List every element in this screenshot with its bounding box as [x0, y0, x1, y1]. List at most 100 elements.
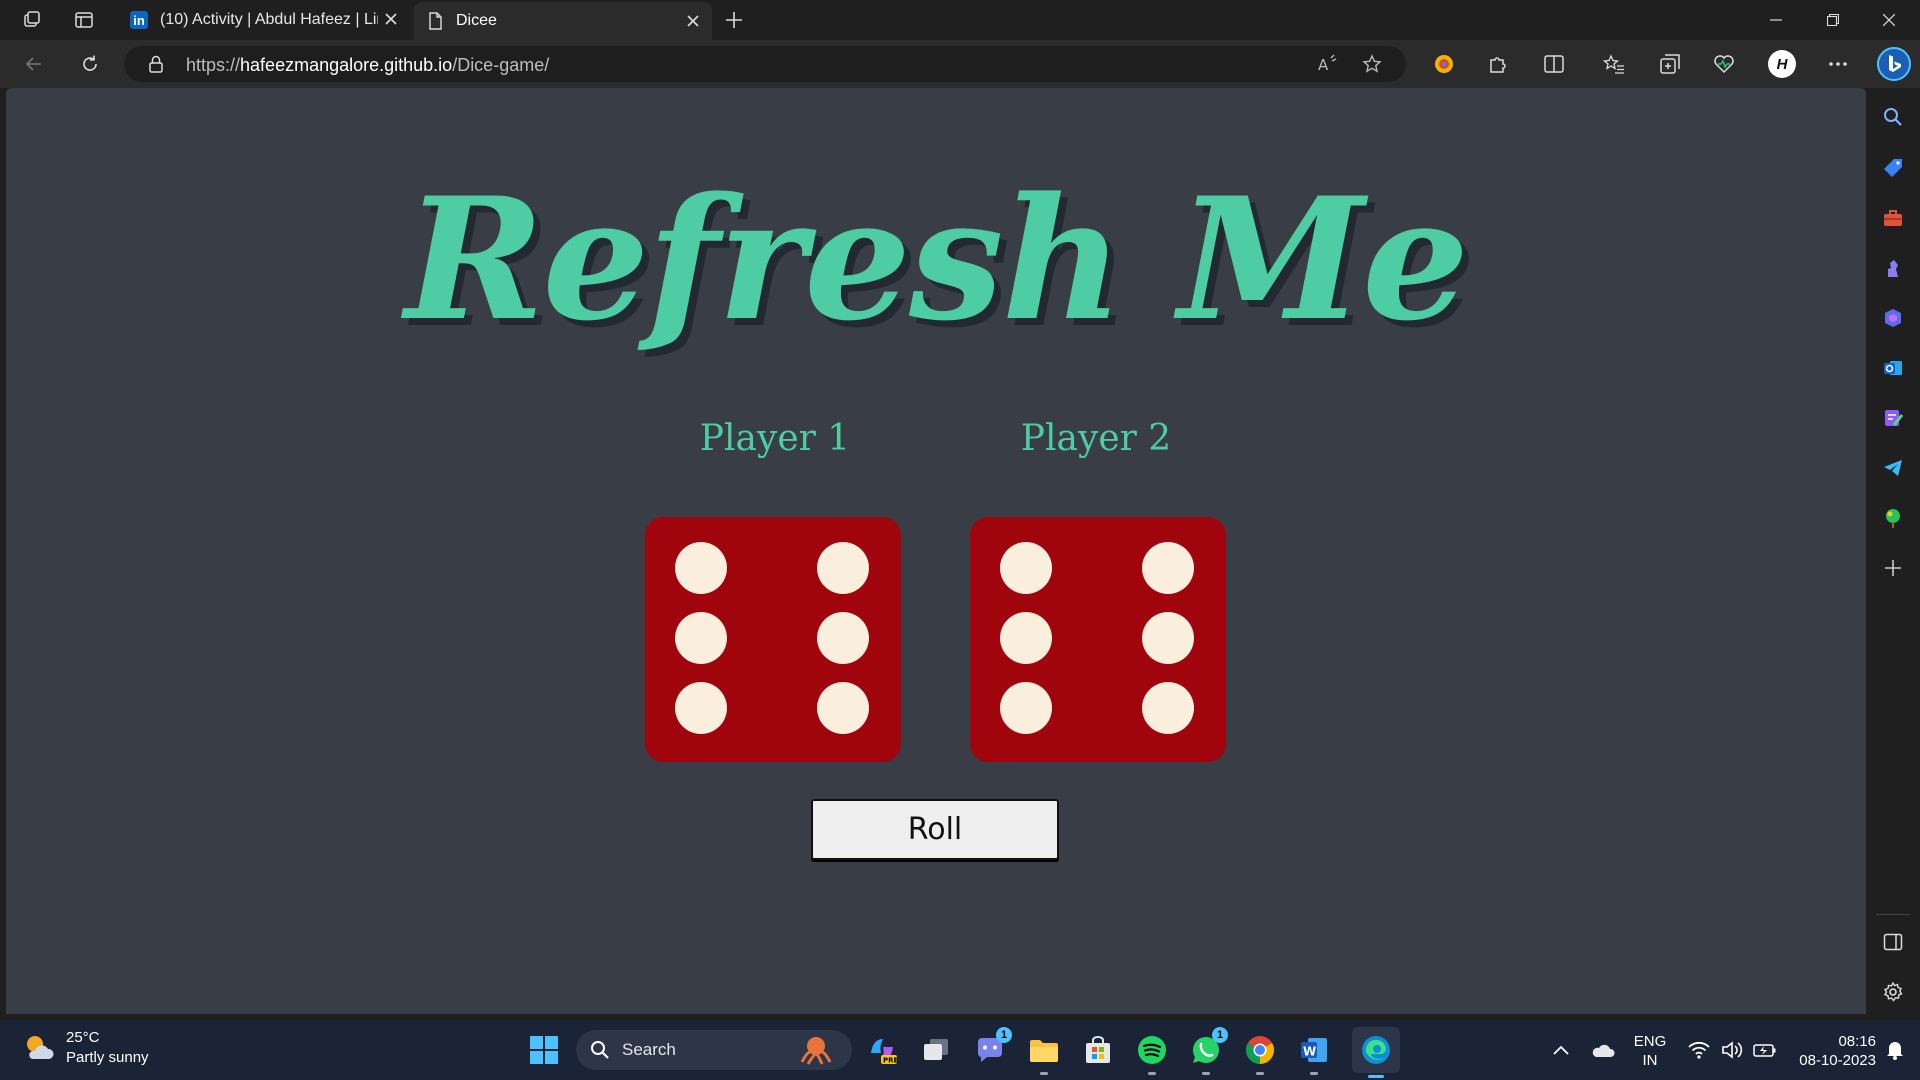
- tab-dicee[interactable]: Dicee: [414, 2, 712, 40]
- die-pip: [1142, 682, 1194, 734]
- games-chess-icon[interactable]: [1879, 254, 1907, 282]
- running-indicator: [1040, 1072, 1048, 1075]
- url-path: /Dice-game/: [452, 55, 550, 75]
- language-indicator[interactable]: ENG IN: [1628, 1032, 1672, 1070]
- tools-briefcase-icon[interactable]: [1879, 204, 1907, 232]
- microsoft-store-app[interactable]: [1078, 1030, 1118, 1070]
- wifi-icon: [1688, 1041, 1710, 1059]
- add-sidebar-app-icon[interactable]: [1879, 554, 1907, 582]
- chrome-app[interactable]: [1240, 1030, 1280, 1075]
- favorite-star-icon[interactable]: [1356, 48, 1388, 80]
- telegram-send-icon[interactable]: [1879, 454, 1907, 482]
- tab-title: Dicee: [456, 12, 497, 29]
- copilot-preview-app[interactable]: PRE: [862, 1030, 902, 1070]
- lock-icon[interactable]: [148, 55, 164, 73]
- profile-avatar[interactable]: H: [1768, 50, 1796, 78]
- svg-text:W: W: [1303, 1045, 1316, 1059]
- volume-icon: [1722, 1041, 1743, 1059]
- clock-time: 08:16: [1838, 1033, 1876, 1050]
- task-view-icon: [924, 1039, 948, 1060]
- die-pip: [1000, 682, 1052, 734]
- svg-text:PRE: PRE: [883, 1057, 897, 1065]
- url-text[interactable]: https://hafeezmangalore.github.io/Dice-g…: [186, 55, 549, 76]
- new-tab-icon[interactable]: [718, 6, 750, 34]
- die-pip: [817, 542, 869, 594]
- clock[interactable]: 08:16 08-10-2023: [1780, 1032, 1876, 1070]
- read-aloud-icon[interactable]: A: [1312, 48, 1344, 80]
- address-bar[interactable]: https://hafeezmangalore.github.io/Dice-g…: [124, 46, 1406, 82]
- tab-actions-icon[interactable]: [68, 6, 100, 34]
- partly-sunny-icon: [27, 1036, 54, 1059]
- chevron-up-icon: [1553, 1045, 1569, 1055]
- more-options-icon[interactable]: [1822, 48, 1854, 80]
- browser-essentials-icon[interactable]: [1708, 48, 1740, 80]
- hide-sidebar-icon[interactable]: [1879, 928, 1907, 956]
- search-icon[interactable]: [1879, 103, 1907, 131]
- weather-widget[interactable]: 25°C Partly sunny: [22, 1028, 149, 1068]
- close-window-icon[interactable]: [1862, 0, 1916, 40]
- clock-date: 08-10-2023: [1799, 1052, 1876, 1069]
- language-code: ENG: [1633, 1033, 1667, 1050]
- die-pip: [675, 612, 727, 664]
- player-2-die: [970, 517, 1226, 762]
- spotify-app[interactable]: [1132, 1030, 1172, 1075]
- file-explorer-app[interactable]: [1024, 1030, 1064, 1075]
- browser-toolbar: https://hafeezmangalore.github.io/Dice-g…: [0, 40, 1920, 88]
- quick-settings[interactable]: [1680, 1030, 1784, 1070]
- start-button[interactable]: [524, 1030, 564, 1070]
- bing-copilot-icon[interactable]: [1874, 44, 1914, 84]
- chrome-icon: [1246, 1036, 1274, 1064]
- teams-chat-app[interactable]: 1: [970, 1027, 1012, 1070]
- windows-taskbar: 25°C Partly sunny Search PRE 1 1 W ENG I…: [0, 1020, 1920, 1080]
- settings-gear-icon[interactable]: [1879, 978, 1907, 1006]
- edge-sidebar: [1866, 88, 1920, 1020]
- close-tab-icon[interactable]: [684, 12, 702, 30]
- notifications-button[interactable]: [1878, 1030, 1912, 1070]
- drop-notes-icon[interactable]: [1879, 404, 1907, 432]
- url-scheme: https://: [186, 55, 241, 75]
- word-app[interactable]: W: [1294, 1030, 1334, 1075]
- running-indicator: [1256, 1072, 1264, 1075]
- shopping-tag-icon[interactable]: [1879, 154, 1907, 182]
- extension-colorful-icon[interactable]: [1428, 48, 1460, 80]
- whatsapp-app[interactable]: 1: [1186, 1027, 1228, 1075]
- back-icon[interactable]: [18, 48, 50, 80]
- running-indicator: [1368, 1075, 1384, 1078]
- die-pip: [675, 542, 727, 594]
- tab-strip: in (10) Activity | Abdul Hafeez | Linked…: [0, 0, 1920, 40]
- split-screen-icon[interactable]: [1538, 48, 1570, 80]
- onedrive-cloud-icon: [1592, 1044, 1615, 1057]
- tree-icon[interactable]: [1879, 504, 1907, 532]
- collections-icon[interactable]: [1654, 48, 1686, 80]
- url-host: hafeezmangalore.github.io: [240, 55, 453, 75]
- windows-logo-icon: [530, 1036, 558, 1064]
- favorites-icon[interactable]: [1598, 48, 1630, 80]
- onedrive-tray[interactable]: [1582, 1030, 1624, 1070]
- player-1-die: [645, 517, 901, 762]
- copilot-pre-icon: PRE: [871, 1039, 897, 1065]
- task-view-app[interactable]: [916, 1030, 956, 1070]
- show-hidden-icons[interactable]: [1540, 1030, 1582, 1070]
- search-label: Search: [622, 1040, 676, 1059]
- microsoft-365-icon[interactable]: [1879, 304, 1907, 332]
- refresh-icon[interactable]: [74, 48, 106, 80]
- teams-badge: 1: [996, 1027, 1012, 1043]
- page-icon: [429, 12, 442, 30]
- restore-icon[interactable]: [1806, 0, 1860, 40]
- store-bag-icon: [1086, 1036, 1110, 1063]
- folder-icon: [1030, 1040, 1058, 1062]
- search-highlight-icon: [800, 1037, 832, 1065]
- die-pip: [1000, 542, 1052, 594]
- outlook-icon[interactable]: [1879, 354, 1907, 382]
- tab-linkedin[interactable]: in (10) Activity | Abdul Hafeez | Linked…: [118, 0, 410, 40]
- taskbar-search[interactable]: Search: [576, 1030, 852, 1070]
- edge-app[interactable]: [1352, 1027, 1400, 1078]
- minimize-icon[interactable]: [1749, 0, 1803, 40]
- roll-button[interactable]: Roll: [811, 799, 1059, 860]
- extensions-puzzle-icon[interactable]: [1482, 48, 1514, 80]
- page-viewport: Refresh Me Player 1 Player 2 Roll: [6, 88, 1866, 1014]
- die-pip: [817, 612, 869, 664]
- close-tab-icon[interactable]: [382, 10, 400, 28]
- workspaces-icon[interactable]: [16, 6, 48, 34]
- whatsapp-badge: 1: [1212, 1027, 1228, 1043]
